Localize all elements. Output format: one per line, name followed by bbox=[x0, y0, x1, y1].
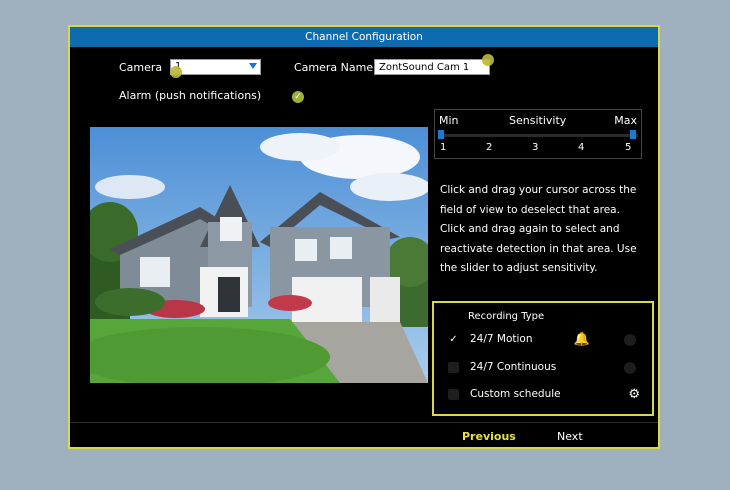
previous-button[interactable]: Previous bbox=[462, 430, 516, 443]
status-indicator bbox=[624, 334, 636, 346]
sensitivity-slider[interactable] bbox=[438, 134, 638, 137]
sensitivity-max-label: Max bbox=[614, 114, 637, 127]
sensitivity-min-label: Min bbox=[439, 114, 459, 127]
recording-type-panel: Recording Type ✓ 24/7 Motion 🔔 24/7 Cont… bbox=[432, 301, 654, 416]
camera-name-label: Camera Name bbox=[294, 61, 374, 74]
sensitivity-slider-thumb[interactable] bbox=[438, 130, 444, 139]
status-indicator bbox=[624, 362, 636, 374]
sensitivity-tick: 5 bbox=[625, 142, 632, 153]
recording-option-label: 24/7 Continuous bbox=[470, 361, 557, 373]
help-text: Click and drag your cursor across the fi… bbox=[440, 184, 637, 275]
sensitivity-tick: 3 bbox=[532, 142, 539, 153]
window-title: Channel Configuration bbox=[70, 27, 658, 47]
gear-icon[interactable]: ⚙ bbox=[628, 387, 640, 402]
sensitivity-panel: Min Sensitivity Max 1 2 3 4 5 bbox=[434, 109, 642, 159]
channel-config-window: Channel Configuration Camera 1 Camera Na… bbox=[68, 25, 660, 449]
alarm-label: Alarm (push notifications) bbox=[119, 89, 262, 102]
footer-divider bbox=[70, 422, 658, 423]
recording-option-continuous[interactable]: 24/7 Continuous bbox=[448, 359, 642, 377]
checkbox[interactable] bbox=[448, 389, 459, 400]
alarm-checkbox[interactable]: ✓ bbox=[292, 91, 304, 103]
sensitivity-tick: 4 bbox=[578, 142, 585, 153]
check-icon[interactable]: ✓ bbox=[448, 334, 459, 345]
highlight-dot bbox=[170, 66, 182, 78]
camera-select[interactable]: 1 bbox=[170, 59, 261, 75]
sensitivity-slider-max-marker bbox=[630, 130, 636, 139]
camera-name-input[interactable] bbox=[374, 59, 490, 75]
checkbox[interactable] bbox=[448, 362, 459, 373]
highlight-dot bbox=[482, 54, 494, 66]
sensitivity-label: Sensitivity bbox=[509, 114, 567, 127]
house-image bbox=[90, 127, 428, 383]
recording-option-motion[interactable]: ✓ 24/7 Motion 🔔 bbox=[448, 331, 642, 349]
recording-option-label: Custom schedule bbox=[470, 388, 561, 400]
recording-option-custom[interactable]: Custom schedule ⚙ bbox=[448, 386, 642, 404]
sensitivity-tick: 1 bbox=[440, 142, 447, 153]
bell-icon: 🔔 bbox=[573, 332, 590, 347]
camera-preview[interactable] bbox=[90, 127, 428, 383]
sensitivity-tick: 2 bbox=[486, 142, 493, 153]
recording-option-label: 24/7 Motion bbox=[470, 333, 533, 345]
dropdown-arrow-icon[interactable] bbox=[249, 63, 257, 69]
camera-label: Camera bbox=[119, 61, 163, 74]
next-button[interactable]: Next bbox=[557, 430, 583, 443]
recording-type-title: Recording Type bbox=[468, 311, 545, 322]
